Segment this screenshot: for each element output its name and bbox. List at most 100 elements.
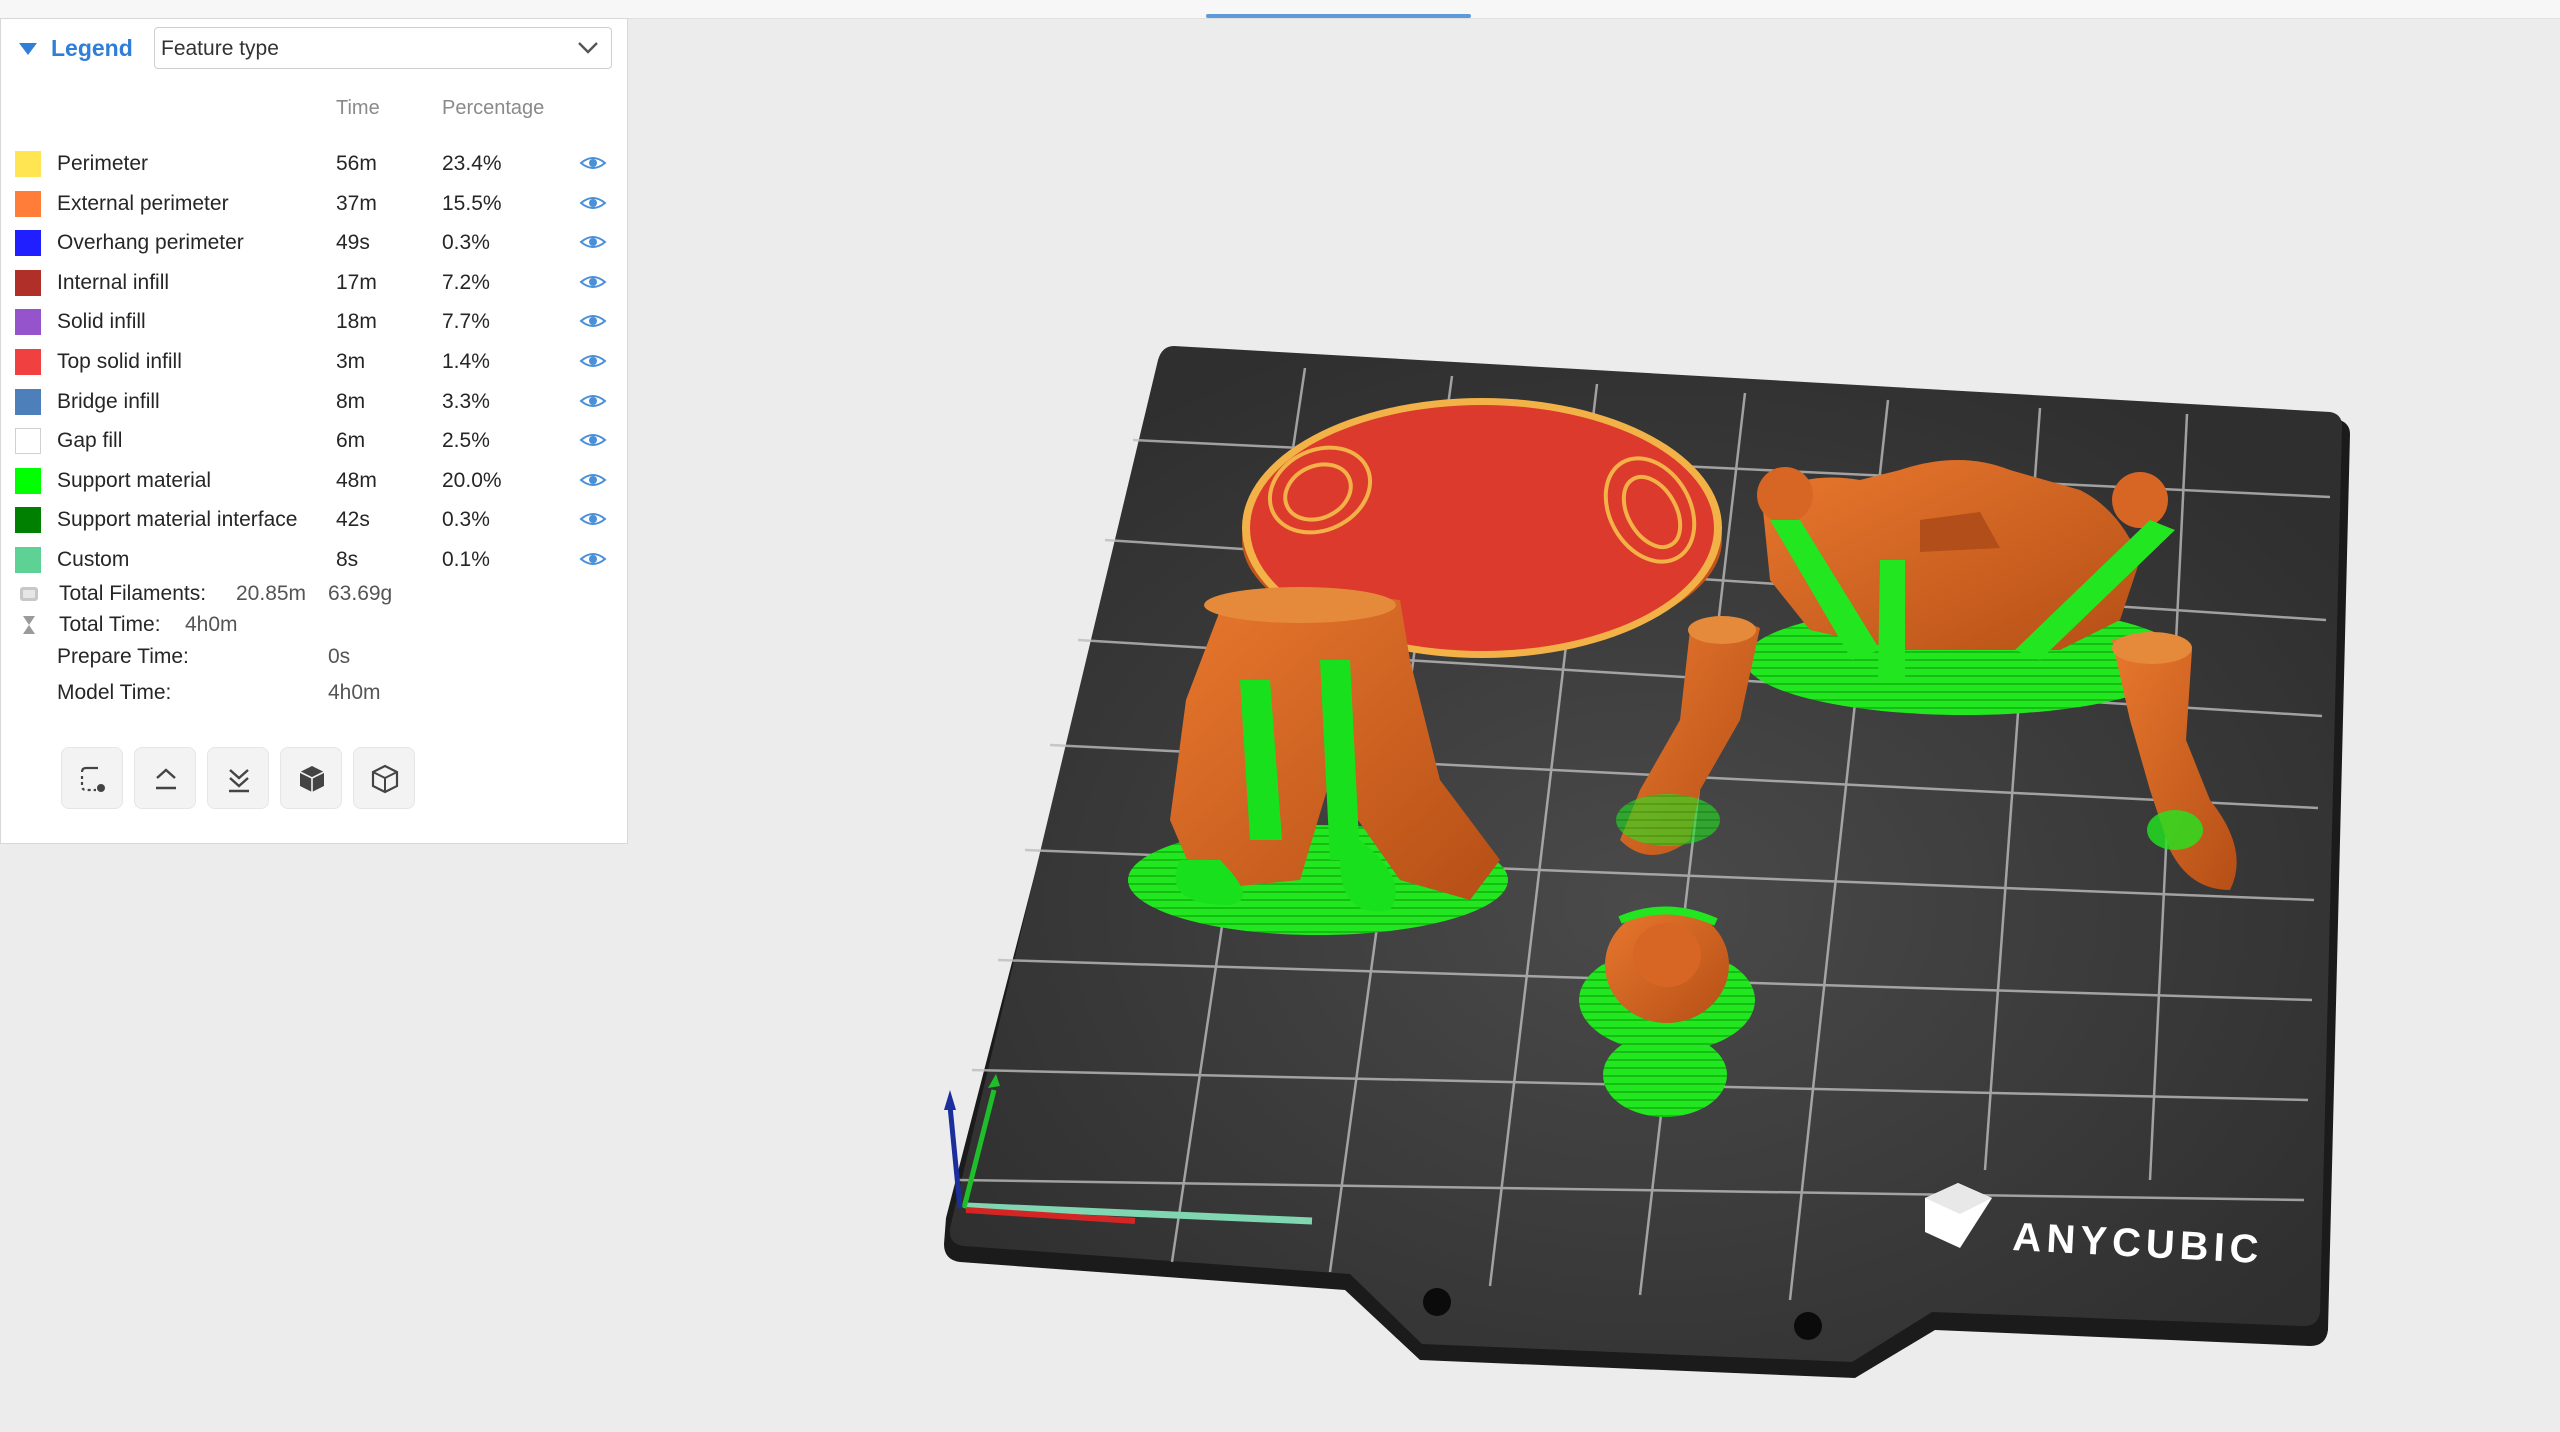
legend-row-percentage: 0.3%	[442, 231, 490, 255]
prepare-time-value: 0s	[328, 645, 351, 668]
3d-viewport[interactable]: ANYCUBIC Legend Feature type Time Percen…	[0, 0, 2560, 1432]
legend-row-time: 37m	[336, 191, 377, 215]
wireframe-view-button[interactable]	[353, 747, 415, 809]
legend-row-time: 17m	[336, 270, 377, 294]
legend-row-percentage: 0.3%	[442, 508, 490, 532]
legend-color-swatch	[15, 151, 41, 177]
visibility-eye-icon[interactable]	[579, 549, 607, 569]
model-torso[interactable]	[1745, 460, 2185, 715]
legend-row[interactable]: Perimeter 56m 23.4%	[1, 143, 629, 181]
legend-row-time: 3m	[336, 350, 366, 373]
legend-row-label: Support material	[57, 468, 212, 492]
solid-view-button[interactable]	[280, 747, 342, 809]
layer-down-icon	[229, 769, 249, 793]
visibility-eye-icon[interactable]	[579, 509, 607, 529]
legend-color-swatch	[15, 428, 41, 455]
legend-row-time: 56m	[336, 152, 377, 175]
legend-row-percentage: 2.5%	[442, 429, 490, 453]
legend-row[interactable]: Support material interface 42s 0.3%	[1, 499, 629, 537]
model-time-label: Model Time:	[57, 681, 172, 704]
total-time-value: 4h0m	[185, 613, 238, 636]
top-toolbar	[0, 0, 2560, 19]
total-filaments-weight: 63.69g	[328, 582, 393, 605]
legend-row-label: Top solid infill	[57, 350, 182, 373]
legend-row[interactable]: Gap fill 6m 2.5%	[1, 420, 629, 458]
solid-view-icon	[299, 766, 325, 792]
legend-row-percentage: 1.4%	[442, 350, 490, 373]
visibility-eye-icon[interactable]	[579, 232, 607, 252]
visibility-eye-icon[interactable]	[579, 391, 607, 411]
legend-row-percentage: 20.0%	[442, 468, 502, 492]
visibility-eye-icon[interactable]	[579, 193, 607, 213]
layer-up-icon	[156, 768, 176, 790]
summary-total-time: Total Time: 4h0m	[1, 610, 629, 640]
legend-panel: Legend Feature type Time Percentage Peri…	[0, 18, 628, 844]
hourglass-icon	[23, 616, 35, 634]
legend-row[interactable]: Overhang perimeter 49s 0.3%	[1, 222, 629, 260]
visibility-eye-icon[interactable]	[579, 470, 607, 490]
legend-title[interactable]: Legend	[51, 35, 133, 62]
legend-row-time: 49s	[336, 231, 370, 255]
prepare-time-label: Prepare Time:	[57, 645, 189, 668]
legend-row-label: Solid infill	[57, 310, 146, 334]
legend-color-swatch	[15, 388, 41, 415]
column-header-percentage: Percentage	[442, 97, 545, 119]
filament-spool-icon	[20, 587, 38, 601]
summary-model-time: Model Time: 4h0m	[1, 678, 629, 708]
legend-row-label: Overhang perimeter	[57, 231, 244, 255]
legend-row[interactable]: External perimeter 37m 15.5%	[1, 183, 629, 221]
legend-row-label: Gap fill	[57, 429, 123, 453]
legend-row-percentage: 23.4%	[442, 152, 502, 175]
total-time-label: Total Time:	[59, 613, 161, 636]
legend-row-time: 8m	[336, 389, 366, 413]
legend-header: Legend Feature type	[1, 19, 629, 81]
summary-prepare-time: Prepare Time: 0s	[1, 642, 629, 672]
model-time-value: 4h0m	[328, 681, 381, 704]
total-filaments-label: Total Filaments:	[59, 582, 207, 605]
legend-color-swatch	[15, 349, 41, 375]
legend-row[interactable]: Solid infill 18m 7.7%	[1, 301, 629, 339]
legend-row-time: 6m	[336, 429, 366, 453]
view-type-value: Feature type	[161, 37, 279, 60]
legend-row-label: Support material interface	[57, 508, 298, 532]
travel-moves-icon	[80, 766, 105, 792]
view-type-select[interactable]: Feature type	[154, 27, 612, 69]
legend-color-swatch	[15, 507, 41, 534]
visibility-eye-icon[interactable]	[579, 311, 607, 331]
legend-row-time: 48m	[336, 468, 377, 492]
legend-row-time: 42s	[336, 508, 370, 532]
legend-row-percentage: 7.7%	[442, 310, 490, 334]
legend-color-swatch	[15, 467, 41, 494]
legend-row-percentage: 15.5%	[442, 191, 502, 215]
legend-row-label: Custom	[57, 548, 130, 571]
bed-hole-right	[1794, 1312, 1822, 1340]
legend-row-percentage: 7.2%	[442, 270, 490, 294]
legend-row-time: 8s	[336, 548, 359, 571]
legend-row[interactable]: Bridge infill 8m 3.3%	[1, 381, 629, 419]
visibility-eye-icon[interactable]	[579, 351, 607, 371]
bed-hole-left	[1423, 1288, 1451, 1316]
visibility-eye-icon[interactable]	[579, 430, 607, 450]
collapse-triangle-icon[interactable]	[19, 43, 37, 55]
summary-total-filaments: Total Filaments: 20.85m 63.69g	[1, 579, 629, 609]
legend-color-swatch	[15, 230, 41, 257]
visibility-eye-icon[interactable]	[579, 272, 607, 292]
legend-color-swatch	[15, 547, 41, 573]
visibility-eye-icon[interactable]	[579, 153, 607, 173]
legend-row[interactable]: Top solid infill 3m 1.4%	[1, 341, 629, 379]
legend-row-label: Bridge infill	[57, 389, 160, 413]
legend-row-label: Internal infill	[57, 270, 170, 294]
wireframe-view-icon	[371, 764, 399, 794]
travel-moves-button[interactable]	[61, 747, 123, 809]
layer-down-button[interactable]	[207, 747, 269, 809]
legend-row[interactable]: Internal infill 17m 7.2%	[1, 262, 629, 300]
legend-row-label: External perimeter	[57, 191, 229, 215]
layer-up-button[interactable]	[134, 747, 196, 809]
legend-row[interactable]: Support material 48m 20.0%	[1, 460, 629, 498]
legend-color-swatch	[15, 190, 41, 217]
column-header-time: Time	[336, 97, 380, 119]
total-filaments-length: 20.85m	[236, 582, 307, 605]
chevron-down-icon	[578, 42, 598, 54]
legend-row[interactable]: Custom 8s 0.1%	[1, 539, 629, 577]
active-tab-indicator	[1206, 14, 1471, 18]
